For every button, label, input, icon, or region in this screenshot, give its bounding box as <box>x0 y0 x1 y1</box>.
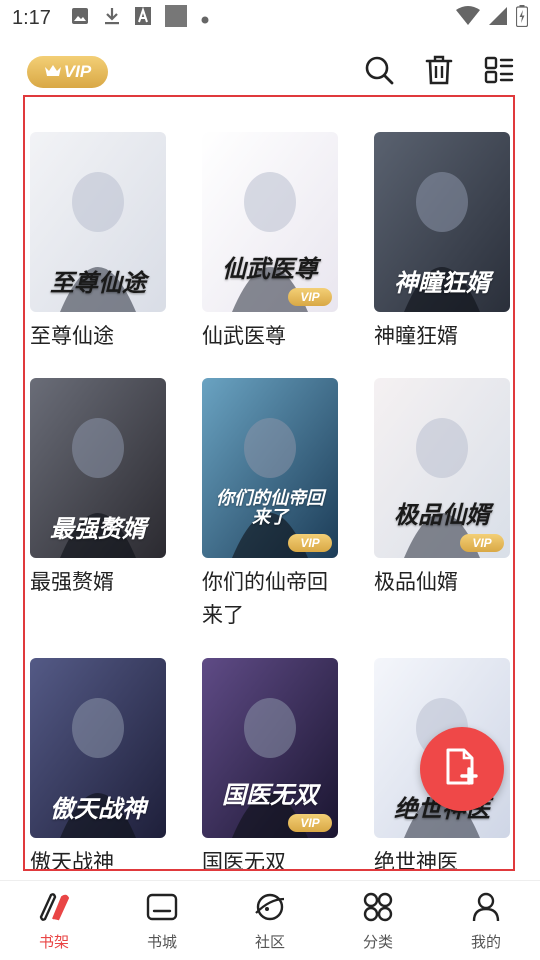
wifi-icon <box>456 6 480 30</box>
book-title: 仙武医尊 <box>202 324 286 348</box>
cover-title: 你们的仙帝回来了 <box>216 488 324 529</box>
nav-bookshelf[interactable]: 书架 <box>0 881 108 960</box>
nav-label-category: 分类 <box>362 933 393 951</box>
book-item[interactable]: 极品仙婿 VIP 极品仙婿 <box>374 378 513 599</box>
vip-label: VIP <box>63 62 92 81</box>
bottom-nav: 书架 书城 社区 分类 我的 <box>0 880 540 960</box>
image-icon <box>71 7 89 29</box>
list-view-icon <box>484 55 514 89</box>
book-item[interactable]: 仙武医尊 VIP 仙武医尊 <box>202 132 362 353</box>
book-title: 傲天战神 <box>30 850 114 871</box>
book-title: 极品仙婿 <box>374 570 458 594</box>
delete-button[interactable] <box>421 54 457 90</box>
signal-icon <box>488 6 508 30</box>
book-title: 最强赘婿 <box>30 570 114 594</box>
nav-profile[interactable]: 我的 <box>432 881 540 960</box>
book-item[interactable]: 最强赘婿 最强赘婿 <box>30 378 190 599</box>
nav-label-bookshelf: 书架 <box>38 933 69 951</box>
cover-title: 最强赘婿 <box>50 514 146 543</box>
dot-icon <box>201 9 209 28</box>
vip-tag: VIP <box>460 534 504 552</box>
vip-tag: VIP <box>288 814 332 832</box>
book-item[interactable]: 至尊仙途 至尊仙途 <box>30 132 190 353</box>
book-title: 你们的仙帝回来了 <box>202 570 328 627</box>
nav-category[interactable]: 分类 <box>324 881 432 960</box>
square-icon <box>164 5 187 31</box>
status-bar: 1:17 <box>0 0 540 36</box>
bookshelf-icon <box>37 891 71 927</box>
cover-title: 傲天战神 <box>50 794 146 823</box>
book-title: 国医无双 <box>202 850 286 871</box>
shelf-header: VIP <box>0 48 540 98</box>
nav-community[interactable]: 社区 <box>216 881 324 960</box>
search-icon <box>364 55 394 89</box>
trash-icon <box>425 55 453 89</box>
book-cover: 最强赘婿 <box>30 378 166 558</box>
vip-tag: VIP <box>288 534 332 552</box>
bookstore-icon <box>146 891 178 927</box>
nav-label-bookstore: 书城 <box>146 933 177 951</box>
book-cover: 极品仙婿 VIP <box>374 378 510 558</box>
book-title: 至尊仙途 <box>30 324 114 348</box>
list-view-button[interactable] <box>481 54 517 90</box>
battery-icon <box>515 5 529 31</box>
book-cover: 国医无双 VIP <box>202 658 338 838</box>
crown-icon <box>44 63 62 82</box>
nav-bookstore[interactable]: 书城 <box>108 881 216 960</box>
download-icon <box>103 6 121 30</box>
a-letter-icon <box>134 6 151 29</box>
import-book-button[interactable] <box>420 727 504 811</box>
status-time: 1:17 <box>12 6 51 29</box>
community-icon <box>253 891 287 927</box>
cover-title: 仙武医尊 <box>222 254 318 283</box>
add-file-icon <box>444 747 480 791</box>
cover-title: 至尊仙途 <box>50 268 146 297</box>
cover-title: 极品仙婿 <box>394 500 490 529</box>
book-cover: 至尊仙途 <box>30 132 166 312</box>
cover-title: 神瞳狂婿 <box>394 268 490 297</box>
book-item[interactable]: 傲天战神 傲天战神 <box>30 658 190 871</box>
book-item[interactable]: 神瞳狂婿 神瞳狂婿 <box>374 132 513 353</box>
book-cover: 神瞳狂婿 <box>374 132 510 312</box>
vip-badge[interactable]: VIP <box>27 56 108 88</box>
book-item[interactable]: 你们的仙帝回来了 VIP 你们的仙帝回来了 <box>202 378 362 632</box>
search-button[interactable] <box>361 54 397 90</box>
book-title: 绝世神医 <box>374 850 458 871</box>
book-title: 神瞳狂婿 <box>374 324 458 348</box>
book-cover: 仙武医尊 VIP <box>202 132 338 312</box>
cover-title: 国医无双 <box>222 780 318 809</box>
book-cover: 你们的仙帝回来了 VIP <box>202 378 338 558</box>
book-cover: 傲天战神 <box>30 658 166 838</box>
nav-label-profile: 我的 <box>470 933 501 951</box>
book-item[interactable]: 国医无双 VIP 国医无双 <box>202 658 362 871</box>
category-icon <box>362 891 394 927</box>
vip-tag: VIP <box>288 288 332 306</box>
nav-label-community: 社区 <box>254 933 285 951</box>
profile-icon <box>470 891 502 927</box>
